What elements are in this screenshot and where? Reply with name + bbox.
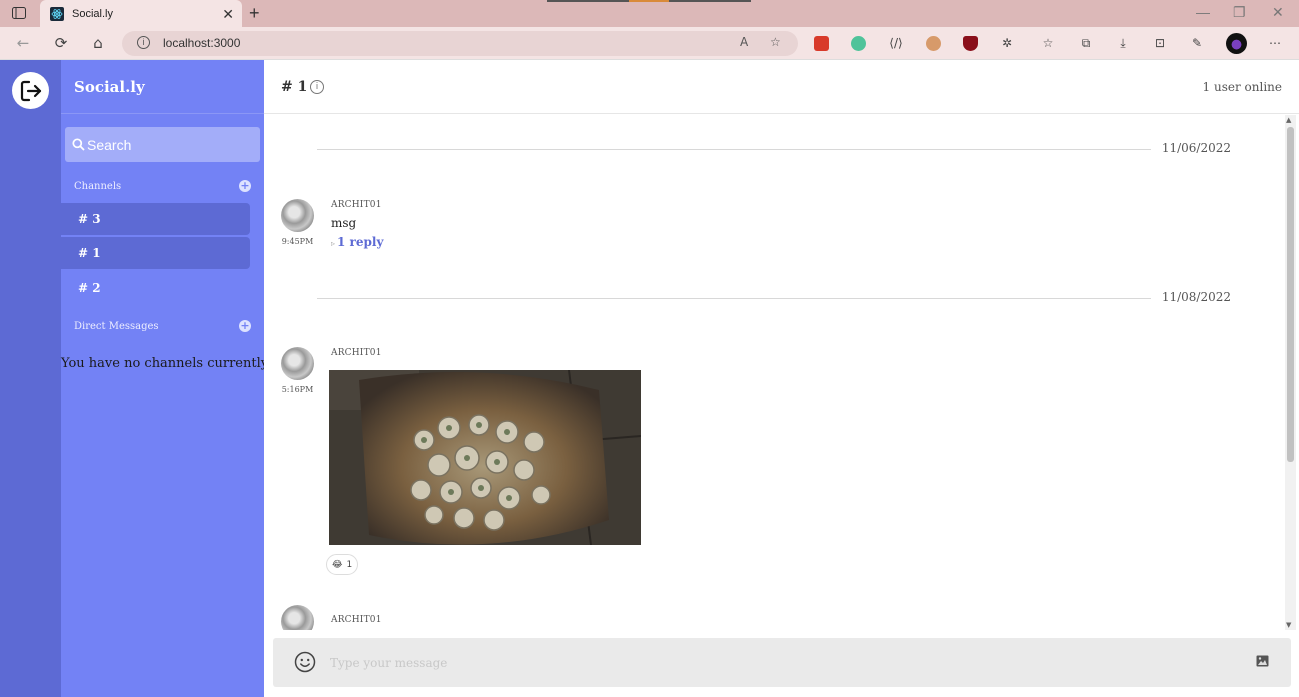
logout-button[interactable] [12, 72, 49, 109]
reload-button[interactable]: ⟳ [50, 33, 72, 53]
reply-arrow-icon: ▹ [331, 239, 336, 248]
tab-actions-icon[interactable] [8, 4, 30, 22]
home-button[interactable]: ⌂ [87, 33, 109, 53]
tab-title: Social.ly [72, 7, 113, 20]
message-time: 5:16PM [281, 385, 314, 394]
reaction-badge[interactable]: 😂 1 [326, 554, 359, 575]
add-direct-message-button[interactable]: + [239, 320, 251, 332]
shield-ext-icon[interactable] [961, 34, 979, 52]
avatar[interactable] [281, 347, 314, 380]
channel-item-3[interactable]: # 3 [61, 203, 250, 235]
address-url[interactable]: localhost:3000 [163, 36, 240, 50]
laughing-emoji-icon: 😂 [332, 559, 343, 570]
new-tab-button[interactable]: + [249, 3, 260, 24]
message-feed[interactable]: 11/06/2022 9:45PM ARCHIT01 msg ▹ 1 reply … [264, 115, 1299, 630]
tab-close-icon[interactable]: ✕ [222, 6, 234, 23]
channel-item-2[interactable]: # 2 [61, 272, 250, 304]
message-image[interactable] [329, 370, 641, 545]
restore-button[interactable]: ❐ [1233, 4, 1246, 21]
address-bar[interactable]: i localhost:3000 A ☆ [122, 31, 798, 56]
copilot-icon[interactable]: ✎ [1188, 34, 1206, 52]
read-aloud-icon[interactable]: A [740, 35, 748, 49]
chat-header: # 1 i 1 user online [264, 60, 1299, 114]
sidebar-divider [61, 113, 264, 114]
date-divider: 11/08/2022 [317, 289, 1231, 309]
reaction-count: 1 [346, 559, 353, 570]
profile-avatar[interactable] [1226, 33, 1247, 54]
reply-count[interactable]: 1 reply [337, 235, 383, 249]
feed-scrollbar[interactable]: ▲ ▼ [1285, 115, 1296, 630]
sidebar: Social.ly Search Channels + # 3 # 1 # 2 … [61, 60, 268, 697]
scroll-down-icon[interactable]: ▼ [1286, 621, 1291, 629]
channels-heading: Channels [74, 181, 122, 192]
site-info-icon[interactable]: i [137, 36, 150, 49]
date-label: 11/06/2022 [1161, 141, 1231, 155]
more-icon[interactable]: ⋯ [1266, 34, 1284, 52]
react-favicon-icon [50, 6, 64, 21]
left-rail [0, 60, 61, 697]
browser-tab[interactable]: Social.ly ✕ [40, 0, 242, 27]
add-favorite-icon[interactable]: ☆ [770, 35, 781, 49]
scroll-up-icon[interactable]: ▲ [1286, 116, 1291, 124]
minimize-button[interactable]: — [1196, 4, 1210, 20]
search-input[interactable]: Search [65, 127, 260, 162]
image-upload-icon[interactable] [1256, 655, 1269, 667]
puzzle-icon[interactable]: ✲ [998, 34, 1016, 52]
message-author: ARCHIT01 [331, 200, 382, 210]
favorites-icon[interactable]: ☆ [1039, 34, 1057, 52]
avatar[interactable] [281, 605, 314, 630]
collections-icon[interactable]: ⧉ [1077, 34, 1095, 52]
message-composer [273, 638, 1291, 687]
dm-empty-note: You have no channels currently [61, 356, 269, 371]
scrollbar-thumb[interactable] [1287, 127, 1294, 462]
message-author: ARCHIT01 [331, 615, 382, 625]
browser-tab-bar: Social.ly ✕ + — ❐ ✕ [0, 0, 1299, 27]
date-label: 11/08/2022 [1161, 290, 1231, 304]
reply-link[interactable]: ▹ 1 reply [331, 235, 383, 249]
back-button[interactable]: ← [12, 33, 34, 53]
add-channel-button[interactable]: + [239, 180, 251, 192]
browser-toolbar: ← ⟳ ⌂ i localhost:3000 A ☆ [0, 27, 1299, 60]
emoji-icon[interactable] [294, 651, 316, 673]
channel-item-1[interactable]: # 1 [61, 237, 250, 269]
screenshot-icon[interactable]: ⊡ [1151, 34, 1169, 52]
download-icon[interactable]: ⤓ [1114, 34, 1132, 52]
search-icon [72, 138, 85, 151]
direct-messages-heading: Direct Messages [74, 321, 159, 332]
extension-red-icon[interactable] [812, 34, 830, 52]
window-close-button[interactable]: ✕ [1272, 4, 1284, 21]
message-author: ARCHIT01 [331, 348, 382, 358]
channel-info-icon[interactable]: i [310, 80, 324, 94]
message-time: 9:45PM [281, 237, 314, 246]
avatar-ext-icon[interactable] [924, 34, 942, 52]
brand-title: Social.ly [74, 78, 145, 96]
online-count: 1 user online [1202, 80, 1282, 94]
window-drag-indicator [547, 0, 751, 2]
code-icon[interactable]: ⟨/⟩ [887, 34, 905, 52]
avatar[interactable] [281, 199, 314, 232]
current-channel-title: # 1 [281, 79, 308, 95]
message-input[interactable] [330, 650, 1230, 676]
date-divider: 11/06/2022 [317, 140, 1231, 160]
search-placeholder: Search [87, 136, 132, 153]
message-text: msg [331, 216, 357, 230]
extension-green-icon[interactable] [849, 34, 867, 52]
logout-icon [20, 80, 41, 101]
chat-panel: # 1 i 1 user online 11/06/2022 9:45PM AR… [264, 60, 1299, 697]
